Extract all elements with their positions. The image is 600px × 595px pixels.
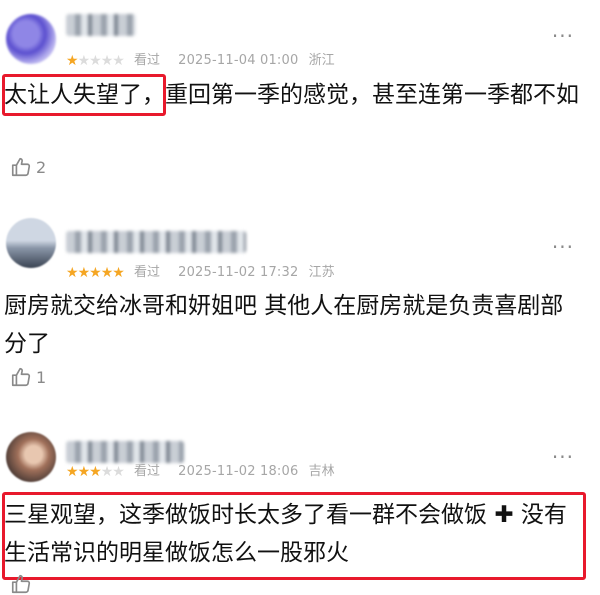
comment-location: 江苏 [308, 265, 335, 280]
star-icon: ★ [100, 264, 114, 281]
thumbs-up-icon [11, 574, 31, 594]
like-count: 1 [36, 367, 47, 387]
more-dots-icon[interactable]: ··· [552, 445, 574, 469]
username-blurred[interactable] [66, 14, 136, 36]
star-icon: ★ [77, 463, 91, 480]
avatar[interactable] [6, 432, 56, 482]
comment-2: ★★★★★ 看过 2025-11-02 17:32 江苏 ··· 厨房就交给冰哥… [0, 195, 600, 405]
star-icon: ★ [66, 264, 79, 281]
star-icon: ★ [89, 52, 102, 69]
more-dots-icon[interactable]: ··· [552, 235, 574, 259]
watched-label: 看过 [133, 464, 160, 479]
star-icon: ★ [112, 52, 125, 69]
watched-label: 看过 [133, 265, 160, 280]
thumbs-up-icon [11, 367, 31, 387]
avatar[interactable] [6, 218, 56, 268]
star-icon: ★ [89, 264, 102, 281]
comment-meta: ★★★★★ 看过 2025-11-04 01:00 浙江 [66, 49, 335, 69]
comment-text: 太让人失望了，重回第一季的感觉，甚至连第一季都不如 [4, 82, 579, 108]
rating-stars: ★★★★★ [66, 463, 125, 480]
comment-timestamp: 2025-11-02 17:32 [178, 265, 299, 280]
like-button[interactable]: 1 [10, 366, 46, 388]
comment-3: ★★★★★ 看过 2025-11-02 18:06 吉林 ··· 三星观望，这季… [0, 405, 600, 595]
plus-icon: ✚ [494, 502, 514, 528]
like-button[interactable] [10, 573, 36, 595]
star-icon: ★ [100, 463, 114, 480]
comment-timestamp: 2025-11-04 01:00 [178, 53, 299, 68]
rating-stars: ★★★★★ [66, 264, 125, 281]
avatar[interactable] [6, 14, 56, 64]
rating-stars: ★★★★★ [66, 52, 125, 69]
star-icon: ★ [77, 52, 91, 69]
star-icon: ★ [89, 463, 102, 480]
comment-meta: ★★★★★ 看过 2025-11-02 17:32 江苏 [66, 261, 335, 281]
watched-label: 看过 [133, 53, 160, 68]
comment-meta: ★★★★★ 看过 2025-11-02 18:06 吉林 [66, 460, 335, 480]
comment-text: 三星观望，这季做饭时长太多了看一群不会做饭 ✚ 没有生活常识的明星做饭怎么一股邪… [4, 502, 567, 566]
thumbs-up-icon [11, 157, 31, 177]
like-button[interactable]: 2 [10, 156, 46, 178]
comment-1: ★★★★★ 看过 2025-11-04 01:00 浙江 ··· 太让人失望了，… [0, 0, 600, 195]
star-icon: ★ [112, 264, 125, 281]
star-icon: ★ [66, 463, 79, 480]
star-icon: ★ [100, 52, 114, 69]
star-icon: ★ [77, 264, 91, 281]
comment-text: 厨房就交给冰哥和妍姐吧 其他人在厨房就是负责喜剧部分了 [4, 293, 564, 357]
highlighted-phrase: 太让人失望了， [4, 82, 165, 108]
like-count: 2 [36, 157, 47, 177]
star-icon: ★ [112, 463, 125, 480]
comment-location: 浙江 [308, 53, 335, 68]
comment-location: 吉林 [308, 464, 335, 479]
star-icon: ★ [66, 52, 79, 69]
username-blurred[interactable] [66, 231, 246, 253]
more-dots-icon[interactable]: ··· [552, 24, 574, 48]
comment-timestamp: 2025-11-02 18:06 [178, 464, 299, 479]
